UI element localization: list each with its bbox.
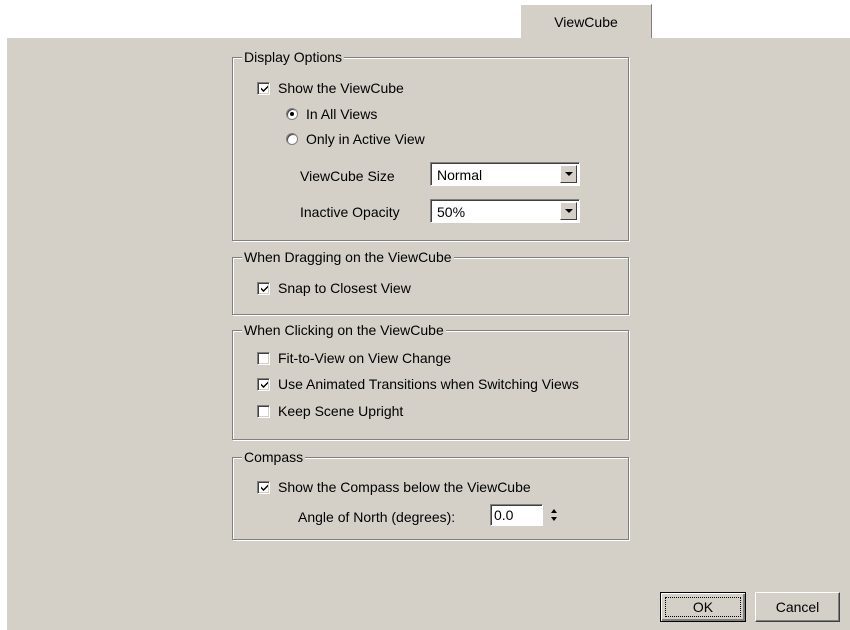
tab-label: ViewCube	[554, 13, 618, 30]
dropdown-button[interactable]	[560, 202, 577, 220]
option-label: Show the ViewCube	[278, 80, 404, 96]
show-viewcube-option[interactable]: Show the ViewCube	[257, 80, 404, 96]
option-label: Use Animated Transitions when Switching …	[278, 376, 579, 392]
radio-dot-icon	[290, 112, 294, 116]
ok-button[interactable]: OK	[660, 592, 746, 622]
in-all-views-option[interactable]: In All Views	[286, 106, 377, 122]
dragging-group: When Dragging on the ViewCube Snap to Cl…	[232, 248, 629, 315]
keep-upright-option[interactable]: Keep Scene Upright	[257, 403, 403, 419]
viewcube-size-dropdown[interactable]: Normal	[430, 162, 580, 186]
snap-checkbox[interactable]	[257, 281, 270, 295]
only-active-view-option[interactable]: Only in Active View	[286, 131, 425, 147]
checkmark-icon	[261, 85, 268, 92]
spin-up-icon[interactable]	[551, 509, 557, 513]
tab-viewcube[interactable]: ViewCube	[520, 4, 652, 38]
checkmark-icon	[261, 285, 268, 292]
angle-spinner[interactable]	[548, 505, 560, 525]
tab-shadow	[651, 5, 652, 38]
viewcube-size-label: ViewCube Size	[300, 168, 395, 184]
button-label: Cancel	[775, 599, 820, 615]
fit-to-view-option[interactable]: Fit-to-View on View Change	[257, 350, 451, 366]
angle-of-north-input[interactable]: 0.0	[490, 504, 543, 526]
inactive-opacity-dropdown[interactable]: 50%	[430, 199, 580, 223]
compass-group: Compass Show the Compass below the ViewC…	[232, 448, 629, 540]
dropdown-value: Normal	[437, 167, 483, 183]
clicking-group: When Clicking on the ViewCube Fit-to-Vie…	[232, 321, 629, 440]
group-legend: When Clicking on the ViewCube	[242, 321, 446, 339]
animated-transitions-option[interactable]: Use Animated Transitions when Switching …	[257, 376, 579, 392]
keep-upright-checkbox[interactable]	[257, 404, 270, 418]
group-legend: When Dragging on the ViewCube	[242, 248, 454, 266]
animated-transitions-checkbox[interactable]	[257, 377, 270, 391]
focus-rect	[665, 597, 741, 617]
option-label: Only in Active View	[306, 131, 425, 147]
show-compass-option[interactable]: Show the Compass below the ViewCube	[257, 479, 531, 495]
chevron-down-icon	[564, 209, 573, 213]
option-label: Show the Compass below the ViewCube	[278, 479, 531, 495]
option-label: Fit-to-View on View Change	[278, 350, 452, 366]
snap-option[interactable]: Snap to Closest View	[257, 280, 411, 296]
viewcube-panel: Display Options Show the ViewCube In All…	[6, 37, 850, 630]
dropdown-button[interactable]	[560, 165, 577, 183]
inactive-opacity-label: Inactive Opacity	[300, 204, 400, 220]
checkmark-icon	[261, 484, 268, 491]
angle-of-north-label: Angle of North (degrees):	[298, 509, 456, 525]
chevron-down-icon	[564, 172, 573, 176]
show-compass-checkbox[interactable]	[257, 480, 270, 494]
fit-to-view-checkbox[interactable]	[257, 351, 270, 365]
only-active-view-radio[interactable]	[286, 133, 298, 145]
in-all-views-radio[interactable]	[286, 108, 298, 120]
spin-down-icon[interactable]	[551, 517, 557, 521]
dropdown-value: 50%	[437, 204, 466, 220]
option-label: Snap to Closest View	[278, 280, 411, 296]
option-label: Keep Scene Upright	[278, 403, 404, 419]
cancel-button[interactable]: Cancel	[755, 592, 840, 622]
display-options-group: Display Options Show the ViewCube In All…	[232, 48, 629, 241]
group-legend: Display Options	[242, 48, 345, 66]
show-viewcube-checkbox[interactable]	[257, 81, 270, 95]
option-label: In All Views	[306, 106, 378, 122]
input-value: 0.0	[494, 507, 514, 523]
checkmark-icon	[261, 381, 268, 388]
group-legend: Compass	[242, 448, 306, 466]
